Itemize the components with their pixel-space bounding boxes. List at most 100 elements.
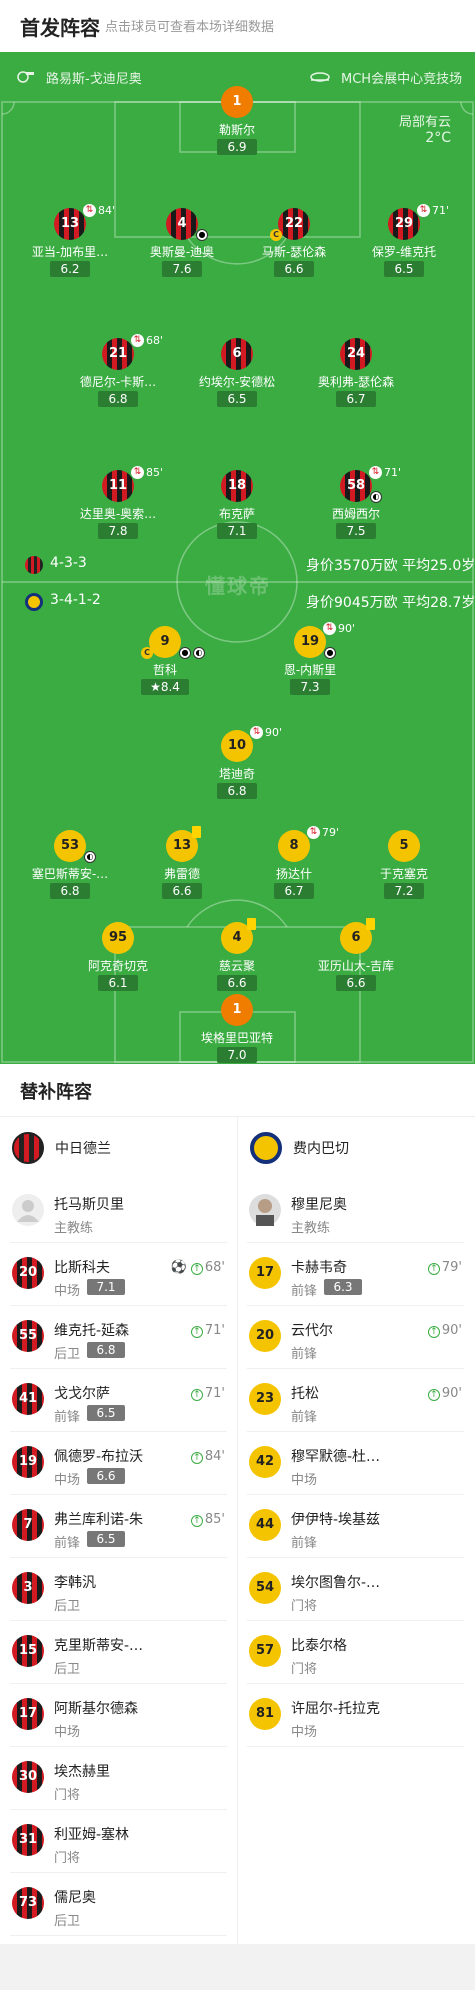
sub-in-icon: ↑ [190,1263,203,1275]
player-rating: 6.1 [98,975,138,991]
sub-player-row[interactable]: 15 克里斯蒂安-… 后卫 [0,1621,237,1684]
player-card[interactable]: 53 塞巴斯蒂安-… 6.8 ◐ [10,830,130,910]
jersey-number: 17 [249,1257,281,1289]
jersey-number: 24 [340,338,372,370]
sub-player-row[interactable]: 73 儒尼奥 后卫 [0,1873,237,1936]
player-name: 托松 [291,1386,319,1402]
assist-icon: ◐ [84,851,96,863]
sub-player-row[interactable]: 44 伊伊特-埃基兹 前锋 [237,1495,474,1558]
home-team-header: 中日德兰 [12,1128,232,1168]
jersey-number: 95 [102,922,134,954]
sub-in-icon: ↑ [427,1389,440,1401]
coach-role: 主教练 [54,1221,94,1236]
divider [10,1935,227,1936]
player-name: 亚历山大-吉库 [317,959,395,973]
jersey-number: 21 [102,338,134,370]
jersey-number: 1 [221,86,253,118]
sub-player-row[interactable]: 3 李韩汎 后卫 [0,1558,237,1621]
player-name: 哲科 [152,663,177,677]
player-card[interactable]: 18 布克萨 7.1 [177,470,297,550]
player-rating: 6.7 [274,883,314,899]
player-rating: 7.2 [384,883,424,899]
player-card[interactable]: 29 保罗-维克托 6.5 ⇅ 71' [344,204,464,288]
player-name: 埃杰赫里 [54,1764,110,1780]
sub-player-row[interactable]: 23 托松 前锋 ↑ 90' [237,1369,474,1432]
sub-player-row[interactable]: 31 利亚姆-塞林 门将 [0,1810,237,1873]
goal-ball-icon: ● [179,647,191,659]
sub-out-icon: ⇅ [307,826,320,839]
sub-player-row[interactable]: 81 许屈尔-托拉克 中场 [237,1684,474,1747]
player-rating: 6.9 [217,139,257,155]
player-card[interactable]: 4 慈云聚 6.6 [177,918,297,1002]
sub-player-row[interactable]: 20 云代尔 前锋 ↑ 90' [237,1306,474,1369]
coach-avatar [12,1194,44,1226]
sub-time: 71' [432,204,450,217]
player-card[interactable]: 95 阿克奇切克 6.1 [58,922,178,1002]
player-card[interactable]: 11 达里奥-奥索… 7.8 ⇅ 85' [58,466,178,550]
player-card[interactable]: 4 奥斯曼-迪奥 7.6 ● [122,208,242,288]
sub-player-row[interactable]: 57 比泰尔格 门将 [237,1621,474,1684]
player-card[interactable]: 8 扬达什 6.7 ⇅ 79' [234,826,354,910]
player-name: 马斯-瑟伦森 [261,245,327,259]
sub-player-row[interactable]: 20 比斯科夫 中场 7.1 ⚽ ↑ 68' [0,1243,237,1306]
player-card[interactable]: 19 恩-内斯里 7.3 ⇅ 90' ● [250,622,370,706]
jersey-number: 23 [249,1383,281,1415]
home-coach-row[interactable]: 托马斯贝里 主教练 [0,1180,237,1243]
player-name: 戈戈尔萨 [54,1386,110,1402]
player-name: 许屈尔-托拉克 [291,1701,381,1717]
player-card[interactable]: 5 于克塞克 7.2 [344,830,464,910]
sub-player-row[interactable]: 41 戈戈尔萨 前锋 6.5 ↑ 71' [0,1369,237,1432]
away-coach-row[interactable]: 穆里尼奥 主教练 [237,1180,474,1243]
player-card[interactable]: 58 西姆西尔 7.5 ⇅ 71' ◐ [296,466,416,550]
player-card[interactable]: 9 哲科 ★8.4 C ● ◐ [105,626,225,706]
sub-player-row[interactable]: 55 维克托-延森 后卫 6.8 ↑ 71' [0,1306,237,1369]
weather: 局部有云 [398,115,451,130]
sub-out-icon: ⇅ [131,334,144,347]
player-name: 西姆西尔 [331,507,380,521]
player-card[interactable]: 1 埃格里巴亚特 7.0 [177,994,297,1064]
yellow-card-icon [366,918,375,930]
player-name: 慈云聚 [218,959,255,973]
player-card[interactable]: 22 马斯-瑟伦森 6.6 C [234,208,354,288]
sub-player-row[interactable]: 7 弗兰库利诺-朱 前锋 6.5 ↑ 85' [0,1495,237,1558]
captain-icon: C [141,647,153,659]
player-card[interactable]: 13 亚当-加布里… 6.2 ⇅ 84' [10,204,130,288]
sub-player-row[interactable]: 30 埃杰赫里 门将 [0,1747,237,1810]
player-name: 勒斯尔 [218,123,255,137]
jersey-number: 7 [12,1509,44,1541]
sub-in-icon: ↑ [190,1389,203,1401]
sub-player-row[interactable]: 19 佩德罗-布拉沃 中场 6.6 ↑ 84' [0,1432,237,1495]
player-rating: 6.5 [384,261,424,277]
player-name: 埃格里巴亚特 [200,1031,273,1045]
sub-player-row[interactable]: 54 埃尔图鲁尔-… 门将 [237,1558,474,1621]
player-card[interactable]: 13 弗雷德 6.6 [122,826,242,910]
sub-player-row[interactable]: 42 穆罕默德-杜… 中场 [237,1432,474,1495]
player-name: 弗雷德 [163,867,200,881]
player-card[interactable]: 6 约埃尔-安德松 6.5 [177,338,297,418]
player-rating: 6.5 [87,1405,125,1421]
player-card[interactable]: 10 塔迪奇 6.8 ⇅ 90' [177,726,297,810]
whistle-icon [16,68,34,83]
temperature: 2°C [425,130,451,146]
sub-in-icon: ↑ [190,1515,203,1527]
player-card[interactable]: 1 勒斯尔 6.9 [177,86,297,166]
player-name: 利亚姆-塞林 [54,1827,130,1843]
home-formation: 4-3-3 [50,555,87,571]
player-card[interactable]: 6 亚历山大-吉库 6.6 [296,918,416,1002]
player-card[interactable]: 24 奥利弗-瑟伦森 6.7 [296,338,416,418]
sub-time: 68' [146,334,164,347]
goal-ball-icon: ● [196,229,208,241]
jersey-number: 31 [12,1824,44,1856]
player-name: 保罗-维克托 [371,245,437,259]
sub-out-icon: ⇅ [417,204,430,217]
sub-in-status: ↑ 85' [190,1512,225,1527]
goal-ball-icon: ⚽ [170,1260,191,1275]
player-rating: 6.3 [324,1279,362,1295]
sub-player-row[interactable]: 17 卡赫韦奇 前锋 6.3 ↑ 79' [237,1243,474,1306]
jersey-number: 73 [12,1887,44,1919]
sub-time: 84' [98,204,116,217]
sub-player-row[interactable]: 17 阿斯基尔德森 中场 [0,1684,237,1747]
player-card[interactable]: 21 德尼尔-卡斯… 6.8 ⇅ 68' [58,334,178,418]
coach-role: 主教练 [291,1221,331,1236]
sub-in-icon: ↑ [427,1326,440,1338]
